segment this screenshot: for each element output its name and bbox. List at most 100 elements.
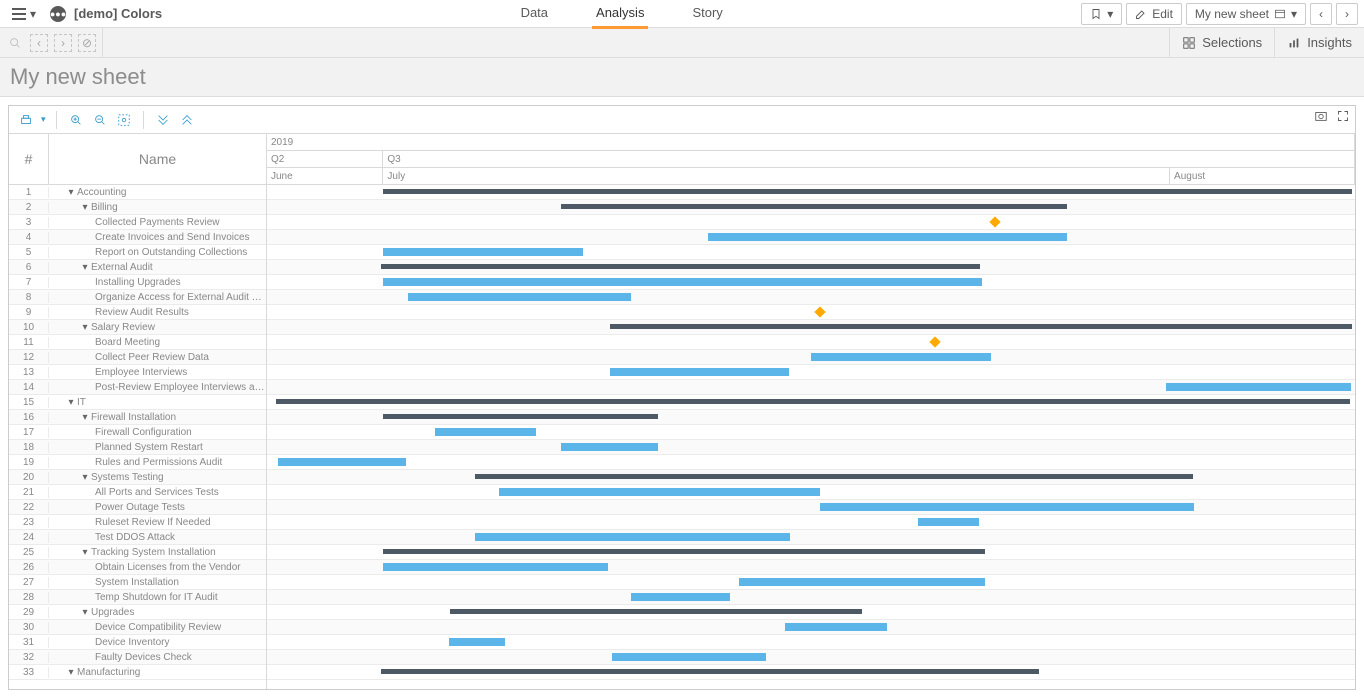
summary-bar[interactable]: [383, 189, 1351, 194]
task-bar[interactable]: [278, 458, 406, 466]
task-bar[interactable]: [475, 533, 791, 541]
milestone-marker[interactable]: [815, 306, 826, 317]
smart-search-icon[interactable]: [6, 34, 24, 52]
prev-sheet-button[interactable]: ‹: [1310, 3, 1332, 25]
summary-bar[interactable]: [276, 399, 1350, 404]
tree-row[interactable]: 22Power Outage Tests: [9, 500, 266, 515]
tree-row[interactable]: 2▾Billing: [9, 200, 266, 215]
tree-row[interactable]: 14Post-Review Employee Interviews and No…: [9, 380, 266, 395]
tree-toggle-icon[interactable]: ▾: [81, 472, 89, 483]
tree-row[interactable]: 13Employee Interviews: [9, 365, 266, 380]
summary-bar[interactable]: [383, 549, 985, 554]
column-header-number[interactable]: #: [9, 134, 49, 184]
step-forward-icon[interactable]: ›: [54, 34, 72, 52]
collapse-all-button[interactable]: [178, 111, 196, 129]
task-bar[interactable]: [435, 428, 536, 436]
tree-row[interactable]: 23Ruleset Review If Needed: [9, 515, 266, 530]
tree-row[interactable]: 1▾Accounting: [9, 185, 266, 200]
tree-toggle-icon[interactable]: ▾: [81, 547, 89, 558]
tree-row[interactable]: 6▾External Audit: [9, 260, 266, 275]
tree-row[interactable]: 10▾Salary Review: [9, 320, 266, 335]
tree-row[interactable]: 31Device Inventory: [9, 635, 266, 650]
tree-row[interactable]: 15▾IT: [9, 395, 266, 410]
summary-bar[interactable]: [475, 474, 1193, 479]
tree-row[interactable]: 4Create Invoices and Send Invoices: [9, 230, 266, 245]
sheet-selector[interactable]: My new sheet ▾: [1186, 3, 1306, 25]
tree-toggle-icon[interactable]: ▾: [81, 262, 89, 273]
tree-toggle-icon[interactable]: ▾: [67, 397, 75, 408]
tree-row[interactable]: 25▾Tracking System Installation: [9, 545, 266, 560]
task-bar[interactable]: [820, 503, 1194, 511]
task-bar[interactable]: [449, 638, 506, 646]
tree-row[interactable]: 27System Installation: [9, 575, 266, 590]
tree-row[interactable]: 17Firewall Configuration: [9, 425, 266, 440]
summary-bar[interactable]: [561, 204, 1067, 209]
task-bar[interactable]: [383, 278, 981, 286]
task-bar[interactable]: [499, 488, 820, 496]
task-bar[interactable]: [1166, 383, 1351, 391]
tree-row[interactable]: 20▾Systems Testing: [9, 470, 266, 485]
milestone-marker[interactable]: [989, 216, 1000, 227]
tree-row[interactable]: 32Faulty Devices Check: [9, 650, 266, 665]
tree-row[interactable]: 24Test DDOS Attack: [9, 530, 266, 545]
summary-bar[interactable]: [381, 264, 979, 269]
task-bar[interactable]: [631, 593, 730, 601]
tree-row[interactable]: 16▾Firewall Installation: [9, 410, 266, 425]
snapshot-button[interactable]: [1313, 108, 1329, 124]
summary-bar[interactable]: [610, 324, 1352, 329]
milestone-marker[interactable]: [929, 336, 940, 347]
step-back-icon[interactable]: ‹: [30, 34, 48, 52]
task-bar[interactable]: [383, 248, 582, 256]
tree-row[interactable]: 9Review Audit Results: [9, 305, 266, 320]
tree-toggle-icon[interactable]: ▾: [81, 607, 89, 618]
bookmark-button[interactable]: ▾: [1081, 3, 1122, 25]
tree-row[interactable]: 19Rules and Permissions Audit: [9, 455, 266, 470]
tree-row[interactable]: 21All Ports and Services Tests: [9, 485, 266, 500]
tree-row[interactable]: 33▾Manufacturing: [9, 665, 266, 680]
insights-button[interactable]: Insights: [1274, 28, 1364, 57]
zoom-out-button[interactable]: [91, 111, 109, 129]
tree-row[interactable]: 7Installing Upgrades: [9, 275, 266, 290]
tree-toggle-icon[interactable]: ▾: [67, 187, 75, 198]
tree-toggle-icon[interactable]: ▾: [81, 322, 89, 333]
zoom-in-button[interactable]: [67, 111, 85, 129]
selections-tool-button[interactable]: Selections: [1169, 28, 1274, 57]
tree-row[interactable]: 26Obtain Licenses from the Vendor: [9, 560, 266, 575]
tree-toggle-icon[interactable]: ▾: [67, 667, 75, 678]
next-sheet-button[interactable]: ›: [1336, 3, 1358, 25]
tab-data[interactable]: Data: [517, 0, 552, 29]
task-bar[interactable]: [918, 518, 979, 526]
tab-analysis[interactable]: Analysis: [592, 0, 648, 29]
summary-bar[interactable]: [383, 414, 657, 419]
fullscreen-button[interactable]: [1335, 108, 1351, 124]
task-bar[interactable]: [739, 578, 985, 586]
tab-story[interactable]: Story: [688, 0, 726, 29]
tree-row[interactable]: 28Temp Shutdown for IT Audit: [9, 590, 266, 605]
task-bar[interactable]: [708, 233, 1067, 241]
clear-selections-icon[interactable]: ⊘: [78, 34, 96, 52]
tree-toggle-icon[interactable]: ▾: [81, 202, 89, 213]
tree-row[interactable]: 18Planned System Restart: [9, 440, 266, 455]
tree-toggle-icon[interactable]: ▾: [81, 412, 89, 423]
tree-row[interactable]: 5Report on Outstanding Collections: [9, 245, 266, 260]
task-bar[interactable]: [610, 368, 790, 376]
tree-row[interactable]: 30Device Compatibility Review: [9, 620, 266, 635]
task-bar[interactable]: [561, 443, 658, 451]
tree-row[interactable]: 12Collect Peer Review Data: [9, 350, 266, 365]
tree-row[interactable]: 8Organize Access for External Audit Team: [9, 290, 266, 305]
task-bar[interactable]: [785, 623, 887, 631]
task-bar[interactable]: [383, 563, 607, 571]
print-button[interactable]: [17, 111, 35, 129]
expand-all-button[interactable]: [154, 111, 172, 129]
tree-row[interactable]: 11Board Meeting: [9, 335, 266, 350]
zoom-fit-button[interactable]: [115, 111, 133, 129]
summary-bar[interactable]: [450, 609, 862, 614]
task-bar[interactable]: [612, 653, 766, 661]
dropdown-arrow-icon[interactable]: ▾: [41, 114, 46, 125]
column-header-name[interactable]: Name: [49, 134, 266, 184]
task-bar[interactable]: [408, 293, 631, 301]
menu-button[interactable]: ▾: [6, 5, 42, 23]
summary-bar[interactable]: [381, 669, 1039, 674]
tree-row[interactable]: 3Collected Payments Review: [9, 215, 266, 230]
edit-button[interactable]: Edit: [1126, 3, 1182, 25]
